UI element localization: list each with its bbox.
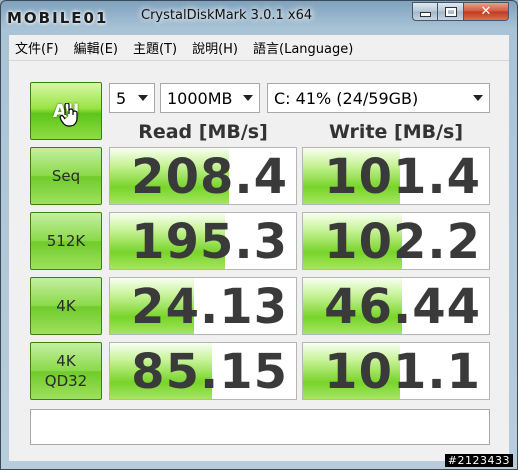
app-window: MOBILE01 CrystalDiskMark 3.0.1 x64 ✕ 文件(…: [0, 0, 518, 470]
all-button[interactable]: All: [30, 82, 102, 140]
4k-write-cell: 46.44: [302, 277, 490, 335]
menu-theme[interactable]: 主題(T): [127, 38, 186, 57]
maximize-icon: [444, 6, 457, 17]
write-header: Write [MB/s]: [328, 121, 464, 143]
menu-edit[interactable]: 編輯(E): [68, 38, 127, 57]
4k-qd32-button[interactable]: 4K QD32: [30, 342, 102, 400]
comment-field[interactable]: [30, 409, 490, 445]
4k-qd32-write-cell: 101.1: [302, 342, 490, 400]
seq-button[interactable]: Seq: [30, 147, 102, 205]
seq-read-cell: 208.4: [109, 147, 297, 205]
chevron-down-icon: [473, 95, 483, 101]
maximize-button[interactable]: [438, 2, 464, 21]
menu-file[interactable]: 文件(F): [9, 38, 68, 57]
seq-write-value: 101.4: [324, 149, 481, 205]
hand-cursor-icon: [59, 103, 78, 127]
close-icon: ✕: [480, 4, 492, 19]
row-label: 4K: [56, 297, 76, 315]
512k-button[interactable]: 512K: [30, 212, 102, 270]
chevron-down-icon: [243, 95, 253, 101]
title-bar[interactable]: MOBILE01 CrystalDiskMark 3.0.1 x64 ✕: [1, 1, 517, 34]
4k-read-cell: 24.13: [109, 277, 297, 335]
benchmark-panel: All 5 1000MB C: 41% (24/59GB) Read [MB/s…: [9, 61, 509, 461]
chevron-down-icon: [138, 95, 148, 101]
4k-qd32-read-cell: 85.15: [109, 342, 297, 400]
watermark-text: MOBILE01: [7, 9, 109, 27]
menu-help[interactable]: 說明(H): [186, 38, 247, 57]
row-label: Seq: [51, 167, 81, 185]
drive-value: C: 41% (24/59GB): [274, 88, 419, 108]
512k-read-cell: 195.3: [109, 212, 297, 270]
minimize-button[interactable]: [412, 2, 438, 21]
512k-write-cell: 102.2: [302, 212, 490, 270]
512k-write-value: 102.2: [324, 214, 481, 270]
4k-qd32-read-value: 85.15: [131, 344, 288, 400]
4k-button[interactable]: 4K: [30, 277, 102, 335]
runs-select[interactable]: 5: [109, 83, 155, 113]
menu-bar: 文件(F) 編輯(E) 主題(T) 說明(H) 語言(Language): [9, 35, 509, 61]
read-header: Read [MB/s]: [138, 121, 268, 143]
seq-write-cell: 101.4: [302, 147, 490, 205]
minimize-icon: [419, 12, 431, 17]
size-value: 1000MB: [167, 88, 233, 108]
512k-read-value: 195.3: [131, 214, 288, 270]
window-controls: ✕: [412, 2, 509, 21]
close-button[interactable]: ✕: [464, 2, 509, 21]
row-label: 4K: [56, 352, 76, 370]
row-label: 512K: [46, 232, 86, 250]
4k-write-value: 46.44: [324, 279, 481, 335]
drive-select[interactable]: C: 41% (24/59GB): [267, 83, 490, 113]
image-id-badge: #2123433: [444, 454, 513, 467]
size-select[interactable]: 1000MB: [160, 83, 260, 113]
runs-value: 5: [116, 88, 127, 108]
row-sublabel: QD32: [44, 372, 88, 390]
seq-read-value: 208.4: [131, 149, 288, 205]
window-title: CrystalDiskMark 3.0.1 x64: [141, 8, 313, 23]
4k-read-value: 24.13: [131, 279, 288, 335]
4k-qd32-write-value: 101.1: [324, 344, 481, 400]
menu-language[interactable]: 語言(Language): [247, 38, 362, 57]
